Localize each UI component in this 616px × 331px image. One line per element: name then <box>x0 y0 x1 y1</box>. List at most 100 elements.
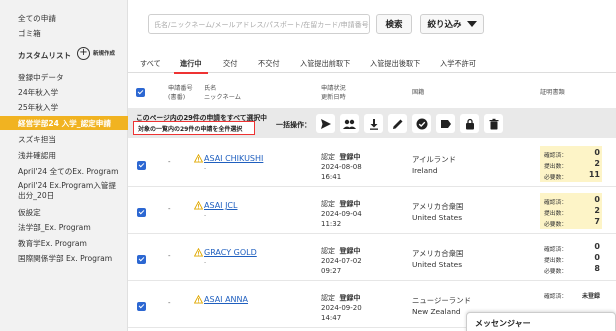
status-value: 登録中 <box>339 200 361 208</box>
country-ja: ニュージーランド <box>412 296 471 305</box>
sidebar: 全ての申請 ゴミ箱 カスタムリスト + 新規作成 登録中データ 24年秋入学 2… <box>0 0 128 331</box>
docs-required-label: 必要数： <box>544 175 568 181</box>
docs-required-value: 7 <box>594 217 600 226</box>
nickname: - <box>204 212 207 219</box>
updated-time: 09:27 <box>321 267 342 275</box>
label-icon[interactable] <box>436 114 455 133</box>
tab-admission-denied[interactable]: 入学不許可 <box>440 59 476 69</box>
table-row[interactable]: - ASAI JCL - 認定 登録中 2024-09-04 11:32 アメリ… <box>128 188 616 234</box>
sidebar-item-list[interactable]: 仮設定 <box>18 207 41 218</box>
app-number: - <box>168 299 171 307</box>
table-row[interactable]: - ASAI CHIKUSHI - 認定 登録中 2024-08-08 16:4… <box>128 141 616 187</box>
sidebar-item-list[interactable]: April'24 全てのEx. Program <box>18 166 118 177</box>
tab-all[interactable]: すべて <box>140 59 161 69</box>
filter-button[interactable]: 絞り込み <box>420 14 484 34</box>
applicant-name-link[interactable]: ASAI CHIKUSHI <box>204 154 263 163</box>
new-list-button[interactable]: + 新規作成 <box>77 45 115 61</box>
select-all-results-link[interactable]: 対象の一覧内の29件の申請を全件選択 <box>133 121 255 135</box>
main-content: 氏名/ニックネーム/メールアドレス/パスポート/在留カード/申請番号 検索 絞り… <box>128 0 616 331</box>
filter-label: 絞り込み <box>427 20 462 30</box>
header-app-no-label: 申請番号 <box>168 85 193 92</box>
lock-icon[interactable] <box>460 114 479 133</box>
status-type: 認定 <box>321 294 335 302</box>
country-en: United States <box>412 213 463 222</box>
active-tab-indicator <box>174 72 208 74</box>
country-cell: アメリカ合衆国 United States <box>412 201 463 223</box>
plus-icon: + <box>77 46 90 60</box>
applicant-name-link[interactable]: ASAI JCL <box>204 201 237 210</box>
status-value: 登録中 <box>339 153 361 161</box>
tab-withdrawn-before[interactable]: 入管提出前取下 <box>300 59 350 69</box>
tab-issued[interactable]: 交付 <box>223 59 237 69</box>
updated-date: 2024-09-04 <box>321 210 362 218</box>
status-cell: 認定 登録中 2024-08-08 16:41 <box>321 152 362 182</box>
updated-time: 14:47 <box>321 314 342 322</box>
header-docs: 証明書類 <box>540 89 565 96</box>
search-input[interactable]: 氏名/ニックネーム/メールアドレス/パスポート/在留カード/申請番号 <box>148 14 370 34</box>
trash-icon[interactable] <box>484 114 503 133</box>
tab-withdrawn-after[interactable]: 入管提出後取下 <box>370 59 420 69</box>
docs-summary: 確認済： 0 提出数： 0 必要数： 8 <box>540 240 602 276</box>
country-en: United States <box>412 260 463 269</box>
sidebar-item-label: 経営学部24 入学_認定申請 <box>18 119 111 128</box>
download-icon[interactable] <box>364 114 383 133</box>
select-all-checkbox[interactable] <box>136 88 145 97</box>
docs-required-label: 必要数： <box>544 222 568 228</box>
sidebar-item-list[interactable]: 国際関係学部 Ex. Program <box>18 253 112 264</box>
sidebar-item-trash[interactable]: ゴミ箱 <box>18 28 41 39</box>
status-value: 登録中 <box>339 294 361 302</box>
warning-icon <box>194 295 203 304</box>
applicant-name-link[interactable]: GRACY GOLD <box>204 248 257 257</box>
warning-icon <box>194 248 203 257</box>
status-cell: 認定 登録中 2024-07-02 09:27 <box>321 246 362 276</box>
header-status: 申請状況 更新日時 <box>321 84 346 102</box>
docs-required-value: 8 <box>594 264 600 273</box>
check-circle-icon[interactable] <box>412 114 431 133</box>
docs-confirmed-label: 確認済： <box>544 153 568 159</box>
sidebar-item-list[interactable]: 浅井確認用 <box>18 150 56 161</box>
updated-date: 2024-09-20 <box>321 304 362 312</box>
tab-in-progress[interactable]: 進行中 <box>180 59 202 69</box>
table-row[interactable]: - GRACY GOLD - 認定 登録中 2024-07-02 09:27 ア… <box>128 235 616 281</box>
row-checkbox[interactable] <box>137 161 146 170</box>
sidebar-item-list[interactable]: 登録中データ <box>18 72 64 83</box>
docs-submitted-value: 2 <box>594 159 600 168</box>
country-ja: アイルランド <box>412 155 456 164</box>
header-name: 氏名 ニックネーム <box>204 84 241 102</box>
sidebar-item-list[interactable]: 25年秋入学 <box>18 102 58 113</box>
sidebar-item-list[interactable]: April'24 Ex.Program入管提出分_20日 <box>18 181 123 201</box>
header-country: 国籍 <box>412 89 425 96</box>
row-checkbox[interactable] <box>137 208 146 217</box>
sidebar-item-list[interactable]: 法学部_Ex. Program <box>18 222 91 233</box>
country-cell: アイルランド Ireland <box>412 154 456 176</box>
app-number: - <box>168 158 171 166</box>
status-cell: 認定 登録中 2024-09-04 11:32 <box>321 199 362 229</box>
applicant-name-link[interactable]: ASAI ANNA <box>204 295 248 304</box>
nickname: - <box>204 259 207 266</box>
tab-not-issued[interactable]: 不交付 <box>258 59 280 69</box>
group-icon[interactable] <box>340 114 359 133</box>
sidebar-item-list-active[interactable]: 経営学部24 入学_認定申請 <box>0 116 128 130</box>
row-checkbox[interactable] <box>137 255 146 264</box>
sidebar-item-list[interactable]: 24年秋入学 <box>18 87 58 98</box>
app-number: - <box>168 205 171 213</box>
bulk-action-label: 一括操作： <box>276 121 311 129</box>
docs-required-label: 必要数： <box>544 269 568 275</box>
docs-submitted-label: 提出数： <box>544 258 568 264</box>
warning-icon <box>194 154 203 163</box>
updated-date: 2024-07-02 <box>321 257 362 265</box>
country-cell: ニュージーランド New Zealand <box>412 295 471 317</box>
sidebar-item-list[interactable]: スズキ担当 <box>18 134 56 145</box>
sidebar-item-list[interactable]: 教育学Ex. Program <box>18 238 87 249</box>
docs-confirmed-value: 0 <box>594 148 600 157</box>
table-header: 申請番号 (書番) 氏名 ニックネーム 申請状況 更新日時 国籍 証明書類 <box>128 80 616 106</box>
sidebar-item-all-applications[interactable]: 全ての申請 <box>18 13 56 24</box>
new-list-label: 新規作成 <box>93 51 116 57</box>
edit-icon[interactable] <box>388 114 407 133</box>
row-checkbox[interactable] <box>137 302 146 311</box>
messenger-button[interactable]: メッセンジャー <box>466 312 616 331</box>
send-icon[interactable] <box>316 114 335 133</box>
docs-submitted-label: 提出数： <box>544 164 568 170</box>
search-button[interactable]: 検索 <box>376 14 412 34</box>
docs-confirmed-label: 確認済： <box>544 294 568 300</box>
